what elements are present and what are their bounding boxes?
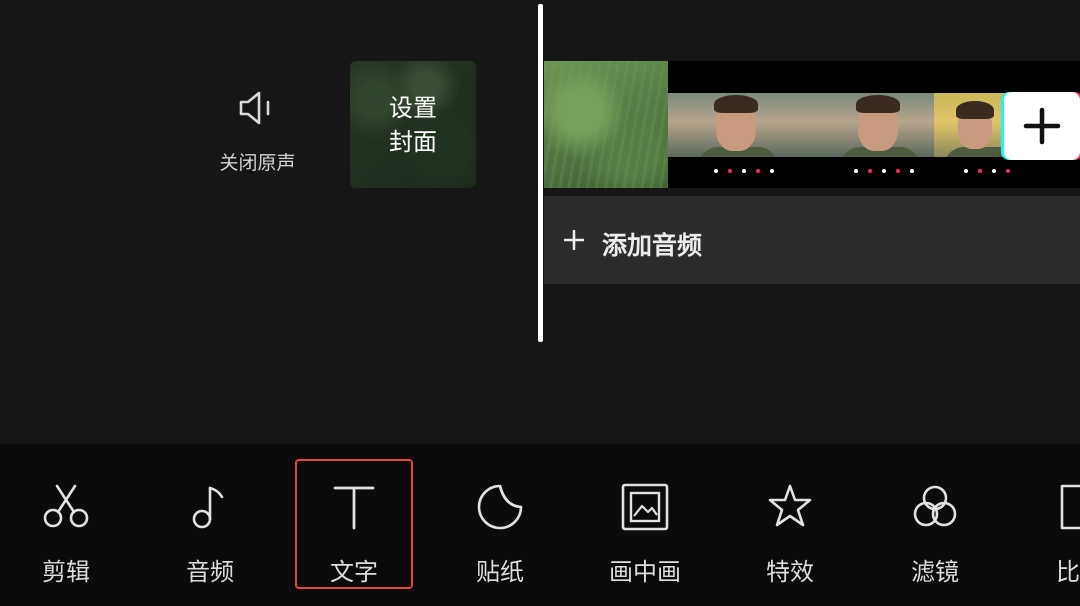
subtitle-mark <box>756 169 760 173</box>
subtitle-mark <box>854 169 858 173</box>
scissors-icon <box>43 484 89 528</box>
picture-in-picture-icon <box>621 483 669 531</box>
plus-icon <box>1023 107 1061 145</box>
tool-pip-label: 画中画 <box>609 558 681 586</box>
subtitle-mark <box>868 169 872 173</box>
set-cover-button[interactable]: 设置 封面 <box>350 61 476 188</box>
subtitle-mark <box>1006 169 1010 173</box>
tool-filter-button[interactable]: 滤镜 <box>875 464 995 586</box>
add-audio-label: 添加音频 <box>602 231 703 260</box>
subtitle-mark <box>728 169 732 173</box>
tool-filter-label: 滤镜 <box>911 558 959 586</box>
tool-edit-label: 剪辑 <box>42 558 90 586</box>
tool-effects-button[interactable]: 特效 <box>730 464 850 586</box>
frame-figure-hair <box>856 95 900 113</box>
set-cover-label: 设置 封面 <box>350 91 476 159</box>
subtitle-mark <box>978 169 982 173</box>
subtitle-strip <box>960 159 1080 183</box>
tool-text-label: 文字 <box>330 558 378 586</box>
video-frame-thumbnail <box>810 93 952 157</box>
subtitle-mark <box>992 169 996 173</box>
subtitle-mark <box>742 169 746 173</box>
filter-circles-icon <box>913 485 957 527</box>
set-cover-label-line2: 封面 <box>389 128 437 156</box>
speaker-icon <box>239 91 270 125</box>
frame-figure-hair <box>714 95 758 113</box>
tool-audio-button[interactable]: 音频 <box>150 464 270 586</box>
set-cover-label-line1: 设置 <box>389 94 437 122</box>
text-t-icon <box>333 486 375 530</box>
video-clip-thumbnail[interactable] <box>544 61 668 188</box>
tool-sticker-button[interactable]: 贴纸 <box>440 464 560 586</box>
subtitle-mark <box>714 169 718 173</box>
subtitle-mark <box>964 169 968 173</box>
tool-effects-label: 特效 <box>766 558 814 586</box>
video-frame-thumbnail <box>668 93 810 157</box>
tool-pip-button[interactable]: 画中画 <box>585 464 705 586</box>
tool-audio-label: 音频 <box>186 558 234 586</box>
plus-icon <box>564 230 584 250</box>
subtitle-mark <box>896 169 900 173</box>
tool-ratio-label: 比 <box>1056 558 1080 586</box>
ratio-icon <box>1060 484 1080 530</box>
mute-original-sound-label: 关闭原声 <box>219 152 296 174</box>
mute-original-sound-button[interactable]: 关闭原声 <box>205 86 310 186</box>
music-note-icon <box>192 486 224 529</box>
star-effect-icon <box>768 484 812 527</box>
subtitle-mark <box>770 169 774 173</box>
timeline-playhead[interactable] <box>538 4 543 342</box>
subtitle-mark <box>882 169 886 173</box>
add-clip-button[interactable] <box>1004 92 1080 160</box>
tool-text-button[interactable]: 文字 <box>294 464 414 586</box>
video-timeline-track[interactable] <box>544 61 1080 188</box>
subtitle-mark <box>910 169 914 173</box>
frame-figure-hair <box>956 101 994 119</box>
tool-ratio-button[interactable]: 比 <box>1000 464 1080 586</box>
subtitle-strip <box>834 159 976 183</box>
add-audio-button[interactable]: 添加音频 <box>544 196 1080 284</box>
bottom-toolbar: 剪辑 音频 文字 贴纸 画中画 特效 滤镜 比 <box>0 444 1080 606</box>
tool-sticker-label: 贴纸 <box>476 558 524 586</box>
tool-edit-button[interactable]: 剪辑 <box>6 464 126 586</box>
subtitle-strip <box>694 159 836 183</box>
editor-area: 关闭原声 设置 封面 添加音频 <box>0 0 1080 444</box>
sticker-icon <box>477 484 523 530</box>
